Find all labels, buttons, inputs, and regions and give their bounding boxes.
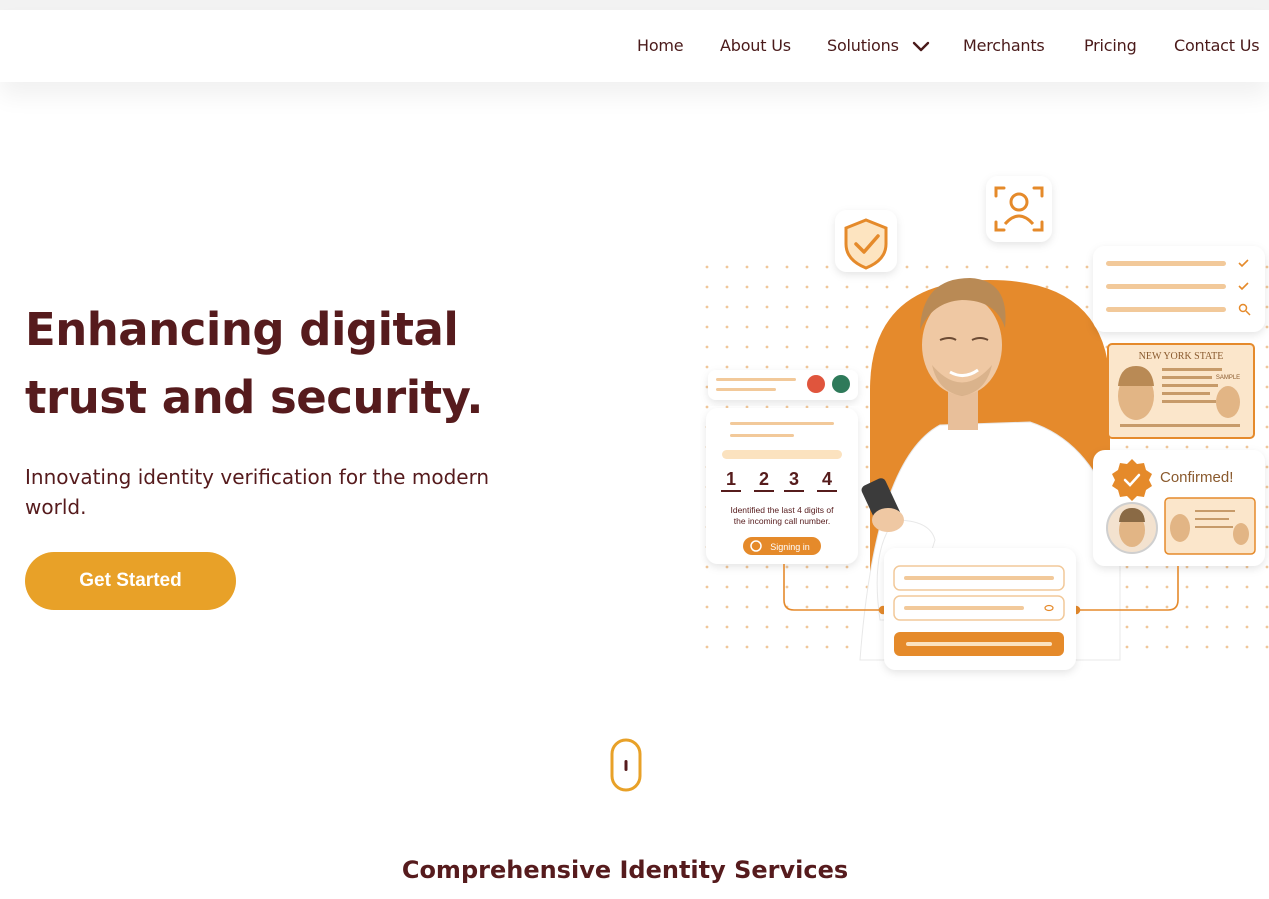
call-bar-card <box>708 370 858 400</box>
chevron-down-icon <box>912 41 929 51</box>
digit-3: 3 <box>789 469 799 489</box>
main-nav: Home About Us Solutions Merchants Pricin… <box>0 36 1269 60</box>
signing-in-text: Signing in <box>770 542 810 552</box>
nav-merchants[interactable]: Merchants <box>963 36 1045 55</box>
digit-1: 1 <box>726 469 736 489</box>
nav-pricing[interactable]: Pricing <box>1084 36 1137 55</box>
nav-solutions-label: Solutions <box>827 36 899 55</box>
hero-illustration: NEW YORK STATE SAMPLE Confirmed! 1 2 3 4… <box>705 176 1269 670</box>
digit-4: 4 <box>822 469 832 489</box>
top-strip <box>0 0 1269 10</box>
id-card-top: NEW YORK STATE SAMPLE <box>1107 343 1255 439</box>
checklist-card <box>1093 246 1265 332</box>
get-started-button[interactable]: Get Started <box>25 552 236 610</box>
hero-subtitle: Innovating identity verification for the… <box>25 465 490 519</box>
call-caption-line2: the incoming call number. <box>734 516 830 526</box>
nav-about-us[interactable]: About Us <box>720 36 791 55</box>
hero-title-line2: trust and security. <box>25 371 483 424</box>
login-form-card <box>884 548 1076 670</box>
confirmed-card: Confirmed! <box>1093 450 1265 566</box>
digit-2: 2 <box>759 469 769 489</box>
nav-solutions[interactable]: Solutions <box>827 36 930 55</box>
hero-title-line1: Enhancing digital <box>25 303 459 356</box>
face-scan-badge <box>986 176 1052 242</box>
scroll-mouse-icon[interactable] <box>608 736 646 796</box>
confirmed-text: Confirmed! <box>1160 469 1233 486</box>
hero-title: Enhancing digital trust and security. <box>25 296 585 432</box>
call-caption-line1: Identified the last 4 digits of <box>730 505 834 515</box>
shield-badge <box>835 210 897 272</box>
header-navbar: Home About Us Solutions Merchants Pricin… <box>0 10 1269 82</box>
nav-contact-us[interactable]: Contact Us <box>1174 36 1260 55</box>
id-card-header-text: NEW YORK STATE <box>1139 351 1224 362</box>
section-title: Comprehensive Identity Services <box>401 856 849 884</box>
nav-home[interactable]: Home <box>637 36 684 55</box>
id-card-sample-text: SAMPLE <box>1216 375 1240 381</box>
digits-card: 1 2 3 4 Identified the last 4 digits of … <box>706 408 858 564</box>
